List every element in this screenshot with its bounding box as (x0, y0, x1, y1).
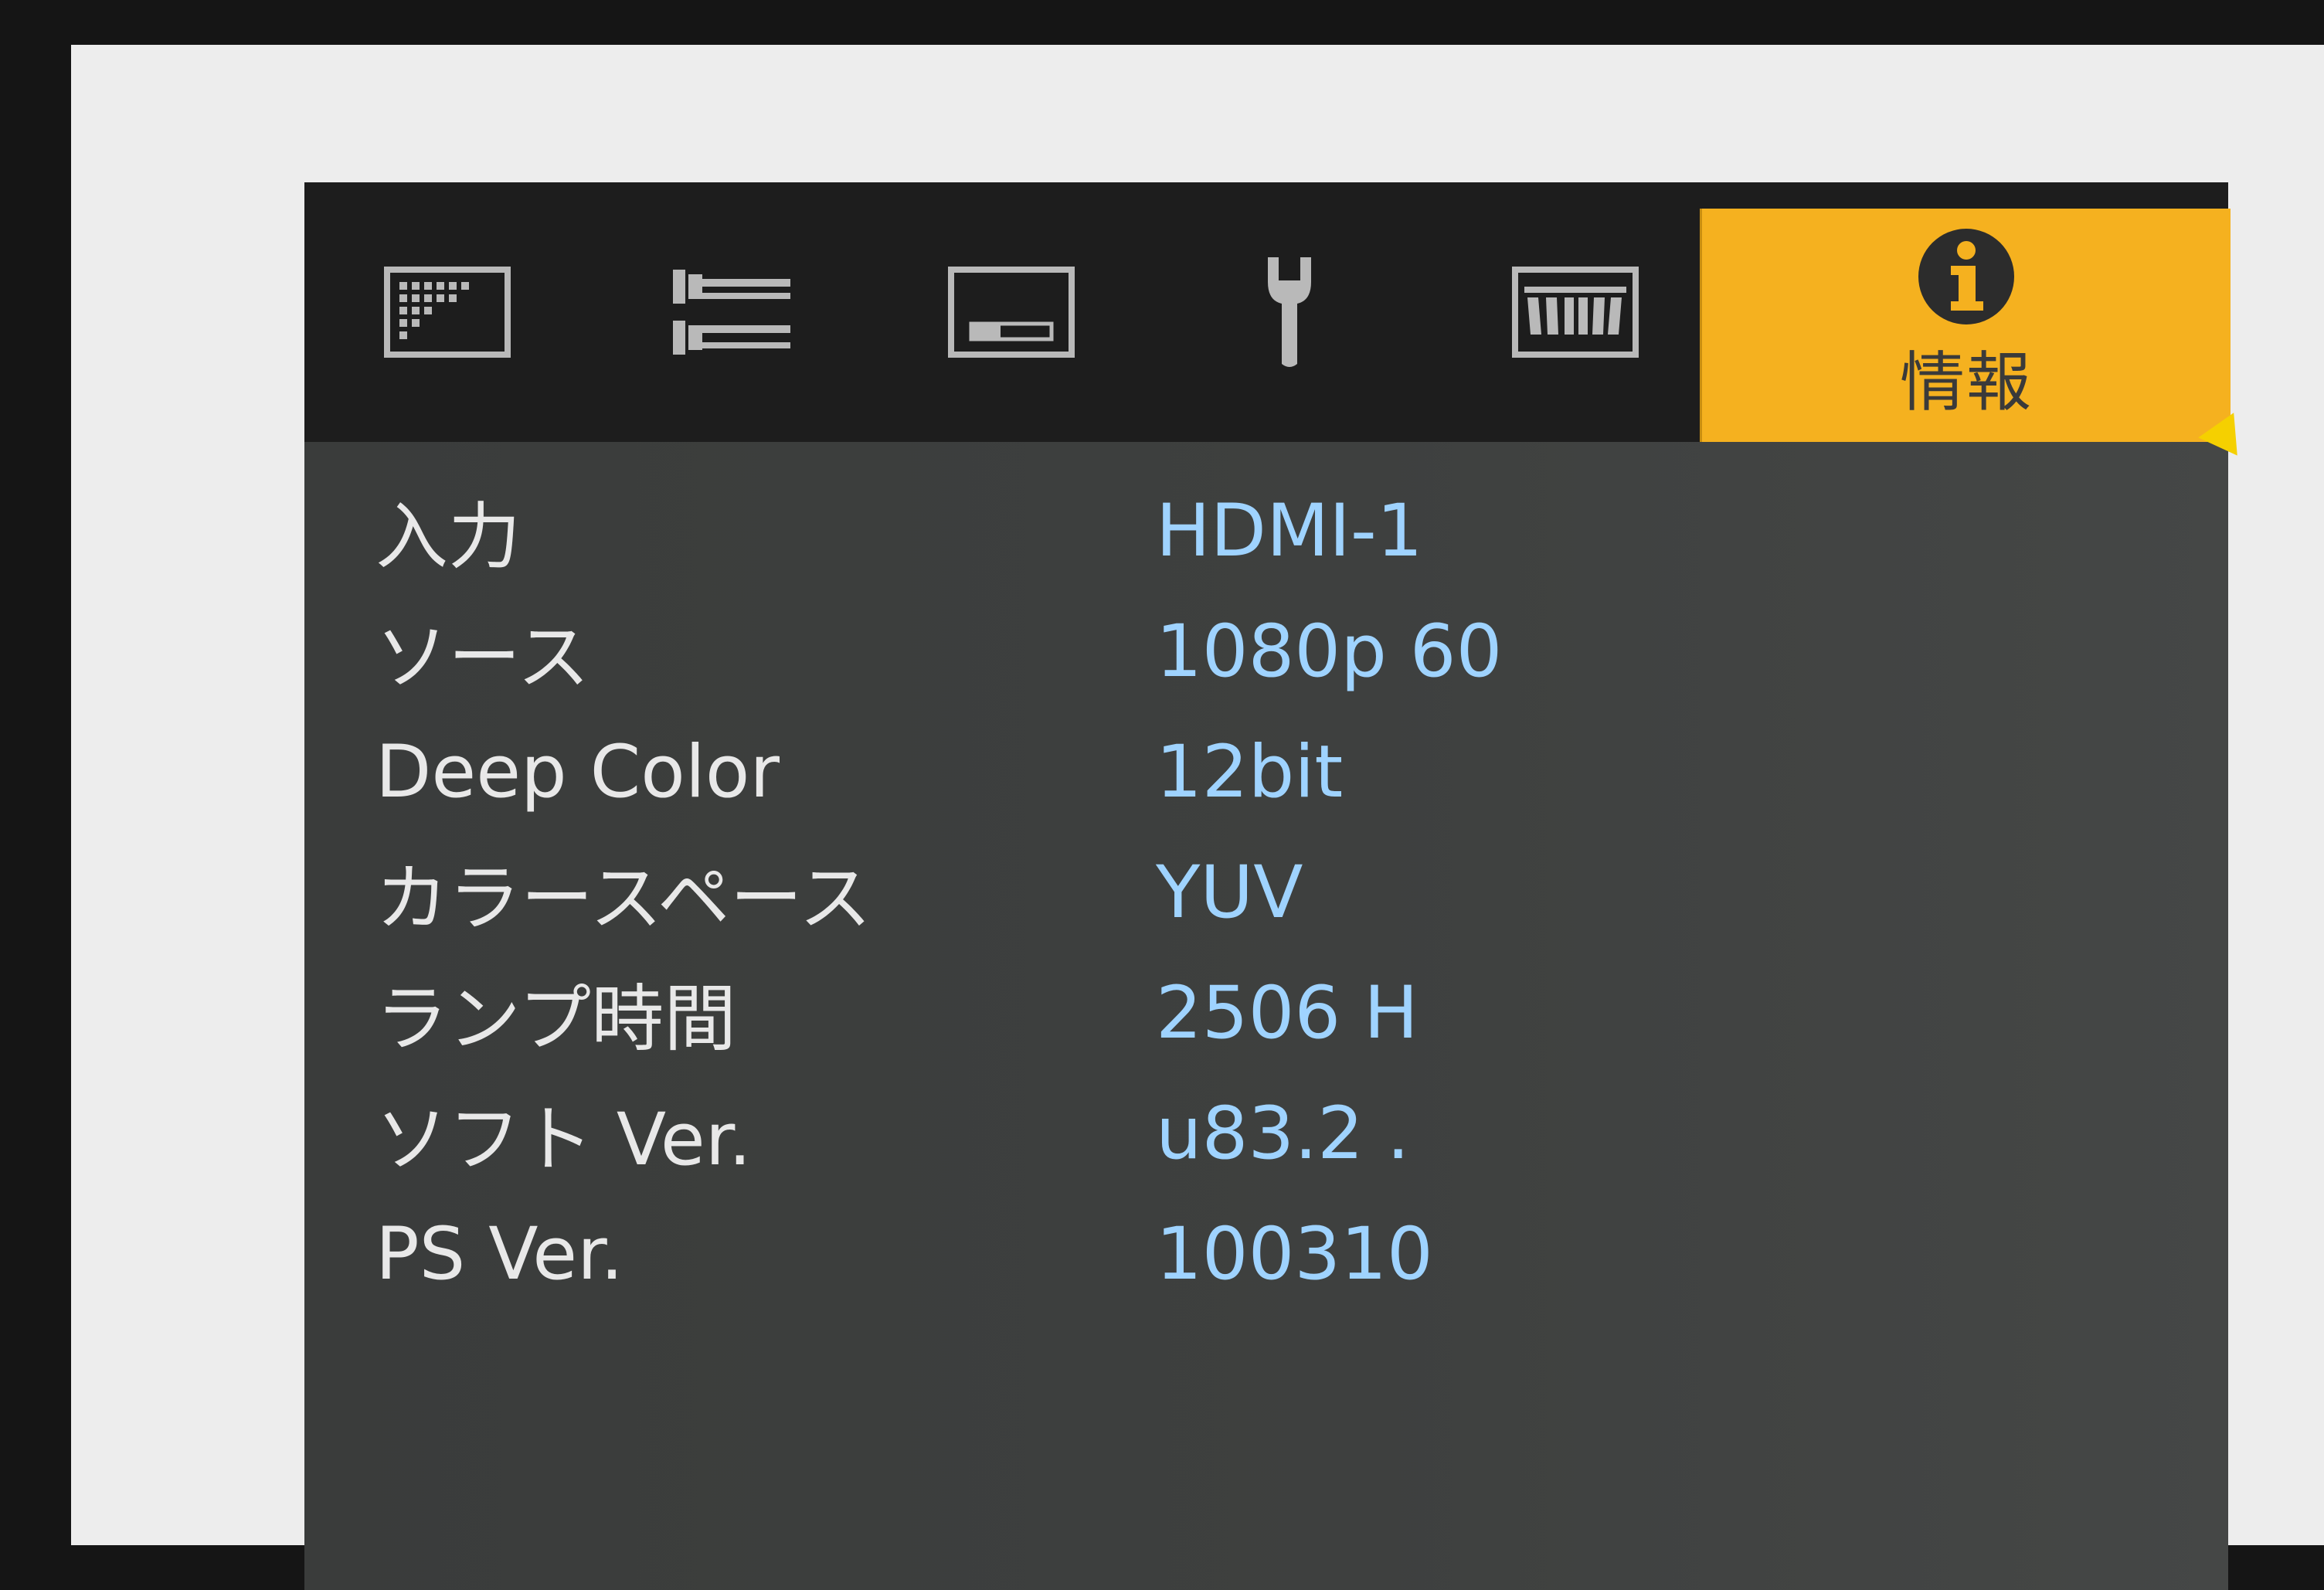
tab-input[interactable] (644, 182, 822, 442)
wrench-icon (1268, 257, 1311, 367)
info-row-deep-color: Deep Color 12bit (375, 714, 2152, 830)
display-icon (948, 267, 1075, 358)
info-row-source: ソース 1080p 60 (375, 593, 2152, 709)
info-row-ps-version: PS Ver. 100310 (375, 1196, 2152, 1312)
info-icon (1918, 228, 2014, 324)
info-row-lamp-hours: ランプ時間 2506 H (375, 955, 2152, 1071)
info-value: 2506 H (1156, 970, 1419, 1055)
tab-picture[interactable] (358, 182, 536, 442)
info-value: 1080p 60 (1156, 609, 1503, 694)
info-row-color-space: カラースペース YUV (375, 834, 2152, 950)
info-value: YUV (1156, 850, 1303, 935)
info-row-input: 入力 HDMI-1 (375, 473, 2152, 589)
tab-information-label: 情報 (1899, 344, 2033, 420)
picture-icon (384, 267, 511, 358)
tab-information[interactable]: 情報 (1700, 209, 2231, 442)
osd-menu: 情報 入力 HDMI-1 ソース 1080p 60 Deep Color 12b… (304, 182, 2255, 1590)
tab-keystone[interactable] (1486, 182, 1664, 442)
info-label: ランプ時間 (375, 977, 737, 1062)
info-value: HDMI-1 (1156, 488, 1423, 573)
info-row-software-version: ソフト Ver. u83.2 . (375, 1075, 2152, 1191)
keystone-icon (1512, 267, 1639, 358)
info-label: PS Ver. (375, 1211, 623, 1296)
info-label: Deep Color (375, 729, 780, 814)
info-label: ソース (375, 616, 590, 700)
info-label: カラースペース (375, 857, 872, 941)
input-icon (673, 270, 790, 355)
info-value: 12bit (1156, 729, 1344, 814)
info-label: ソフト Ver. (375, 1098, 752, 1182)
projection-screen: 情報 入力 HDMI-1 ソース 1080p 60 Deep Color 12b… (71, 45, 2324, 1590)
tab-setup[interactable] (1201, 182, 1378, 442)
info-value: 100310 (1156, 1211, 1433, 1296)
tab-bar: 情報 (304, 182, 2231, 442)
tab-display[interactable] (922, 182, 1100, 442)
info-label: 入力 (375, 495, 522, 579)
info-value: u83.2 . (1156, 1091, 1410, 1176)
